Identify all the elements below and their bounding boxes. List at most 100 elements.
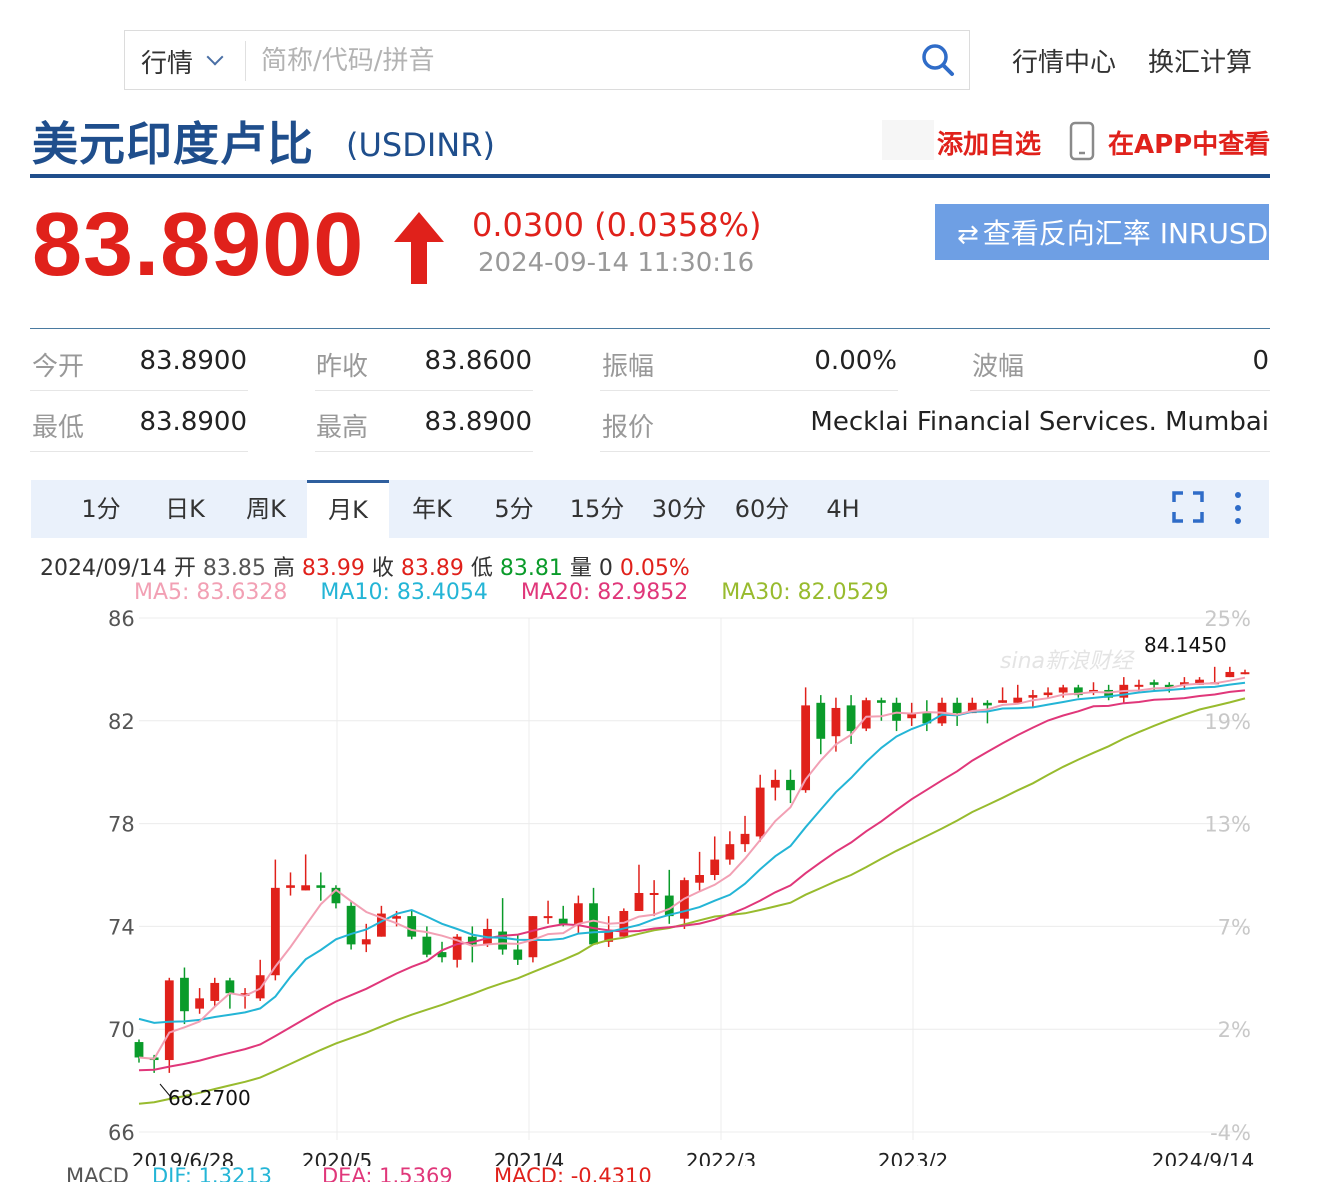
fullscreen-icon[interactable] — [1172, 491, 1204, 523]
candle — [301, 885, 311, 891]
tab-60min[interactable]: 60分 — [725, 480, 799, 538]
y-percent-label: 7% — [1218, 915, 1251, 939]
ohlc-low: 83.81 — [499, 556, 563, 581]
row-divider — [30, 451, 248, 452]
y-tick-label: 86 — [108, 607, 135, 631]
min-label: 68.2700 — [168, 1086, 251, 1110]
divider — [245, 41, 246, 81]
row-divider — [30, 390, 248, 391]
row-divider — [970, 390, 1270, 391]
candle — [558, 918, 568, 924]
candle — [225, 980, 235, 994]
add-favorite-button[interactable]: 添加自选 — [937, 124, 1041, 161]
more-icon[interactable] — [1232, 491, 1244, 525]
tab-1min[interactable]: 1分 — [67, 480, 135, 538]
reverse-rate-button[interactable]: ⇄ 查看反向汇率 INRUSD — [935, 204, 1269, 260]
candle — [316, 885, 326, 888]
ohlc-info: 2024/09/14 开 83.85 高 83.99 收 83.89 低 83.… — [40, 550, 690, 582]
ohlc-pct: 0.05% — [619, 556, 690, 581]
candle — [528, 916, 538, 958]
search-icon[interactable] — [921, 43, 955, 77]
y-tick-label: 78 — [108, 813, 135, 837]
candle — [725, 844, 735, 860]
view-in-app-link[interactable]: 在APP中查看 — [1108, 124, 1270, 161]
tab-4h[interactable]: 4H — [813, 480, 873, 538]
x-tick-label: 2024/9/14 — [1152, 1149, 1255, 1166]
max-label: 84.1450 — [1144, 633, 1227, 657]
y-percent-label: 2% — [1218, 1018, 1251, 1042]
row-divider — [315, 390, 533, 391]
candle — [998, 700, 1007, 703]
candle — [831, 707, 841, 737]
market-select[interactable]: 行情 — [141, 43, 193, 80]
y-tick-label: 66 — [108, 1121, 135, 1145]
candle — [770, 779, 780, 788]
candle — [786, 779, 795, 791]
candle — [180, 977, 189, 1012]
swap-icon: ⇄ — [957, 220, 979, 250]
candle — [195, 998, 204, 1009]
open-value: 83.8900 — [139, 346, 247, 376]
tab-daily[interactable]: 日K — [151, 480, 219, 538]
macd-dif: DIF: 1.3213 — [152, 1164, 273, 1182]
candle — [710, 859, 720, 875]
prev-close-value: 83.8600 — [424, 346, 532, 376]
high-label: 最高 — [316, 413, 369, 443]
row-divider — [600, 451, 1270, 452]
ohlc-low-label: 低 — [470, 556, 493, 581]
symbol-code: (USDINR) — [346, 126, 495, 164]
ma10-line — [138, 681, 1246, 1024]
candle — [498, 931, 508, 950]
amplitude-value: 0.00% — [814, 346, 897, 376]
up-arrow-icon — [394, 212, 444, 284]
tab-30min[interactable]: 30分 — [643, 480, 715, 538]
candle — [1225, 671, 1235, 678]
macd-title: MACD — [66, 1164, 129, 1182]
tab-weekly[interactable]: 周K — [231, 480, 301, 538]
period-tabs: 1分 日K 周K 月K 年K 5分 15分 30分 60分 4H — [31, 480, 1269, 538]
search-input[interactable] — [261, 39, 901, 83]
ohlc-high: 83.99 — [301, 556, 365, 581]
wave-label: 波幅 — [972, 352, 1025, 382]
nav-fx-calculator[interactable]: 换汇计算 — [1148, 42, 1252, 79]
candle — [1028, 695, 1038, 698]
y-tick-label: 82 — [108, 710, 135, 734]
low-label: 最低 — [32, 413, 85, 443]
macd-dea: DEA: 1.5369 — [322, 1164, 453, 1182]
candle — [983, 702, 992, 706]
add-favorite-icon[interactable] — [882, 120, 934, 160]
open-label: 今开 — [32, 352, 85, 382]
stats-divider — [30, 328, 1270, 329]
candle — [361, 939, 371, 945]
ma20-line — [138, 689, 1246, 1072]
candle — [392, 916, 401, 919]
candle — [255, 975, 265, 999]
chevron-down-icon[interactable] — [206, 48, 224, 66]
candle — [649, 892, 659, 895]
tab-monthly[interactable]: 月K — [307, 480, 389, 538]
low-value: 83.8900 — [139, 407, 247, 437]
tab-yearly[interactable]: 年K — [397, 480, 467, 538]
phone-icon[interactable] — [1068, 121, 1096, 161]
candle — [210, 982, 220, 1001]
candle — [346, 905, 356, 945]
candle — [816, 702, 826, 739]
candle — [1149, 682, 1159, 685]
page-title: 美元印度卢比 — [32, 117, 314, 171]
quote-source-label: 报价 — [602, 413, 655, 443]
prev-close-label: 昨收 — [316, 352, 369, 382]
ohlc-close-label: 收 — [371, 556, 394, 581]
tab-5min[interactable]: 5分 — [481, 480, 547, 538]
candle — [407, 916, 417, 937]
y-tick-label: 74 — [108, 915, 135, 939]
row-divider — [315, 451, 533, 452]
x-tick-label: 2023/2 — [878, 1149, 948, 1166]
amplitude-label: 振幅 — [602, 352, 655, 382]
watermark-logo: sina新浪财经 — [1000, 649, 1135, 674]
tab-15min[interactable]: 15分 — [561, 480, 633, 538]
y-percent-label: 19% — [1204, 710, 1251, 734]
ohlc-volume: 0 — [598, 556, 613, 581]
candlestick-chart[interactable]: 86827874706625%19%13%7%2%-4%2019/6/28 202… — [0, 600, 1318, 1166]
nav-market-center[interactable]: 行情中心 — [1012, 42, 1116, 79]
y-percent-label: -4% — [1210, 1121, 1251, 1145]
